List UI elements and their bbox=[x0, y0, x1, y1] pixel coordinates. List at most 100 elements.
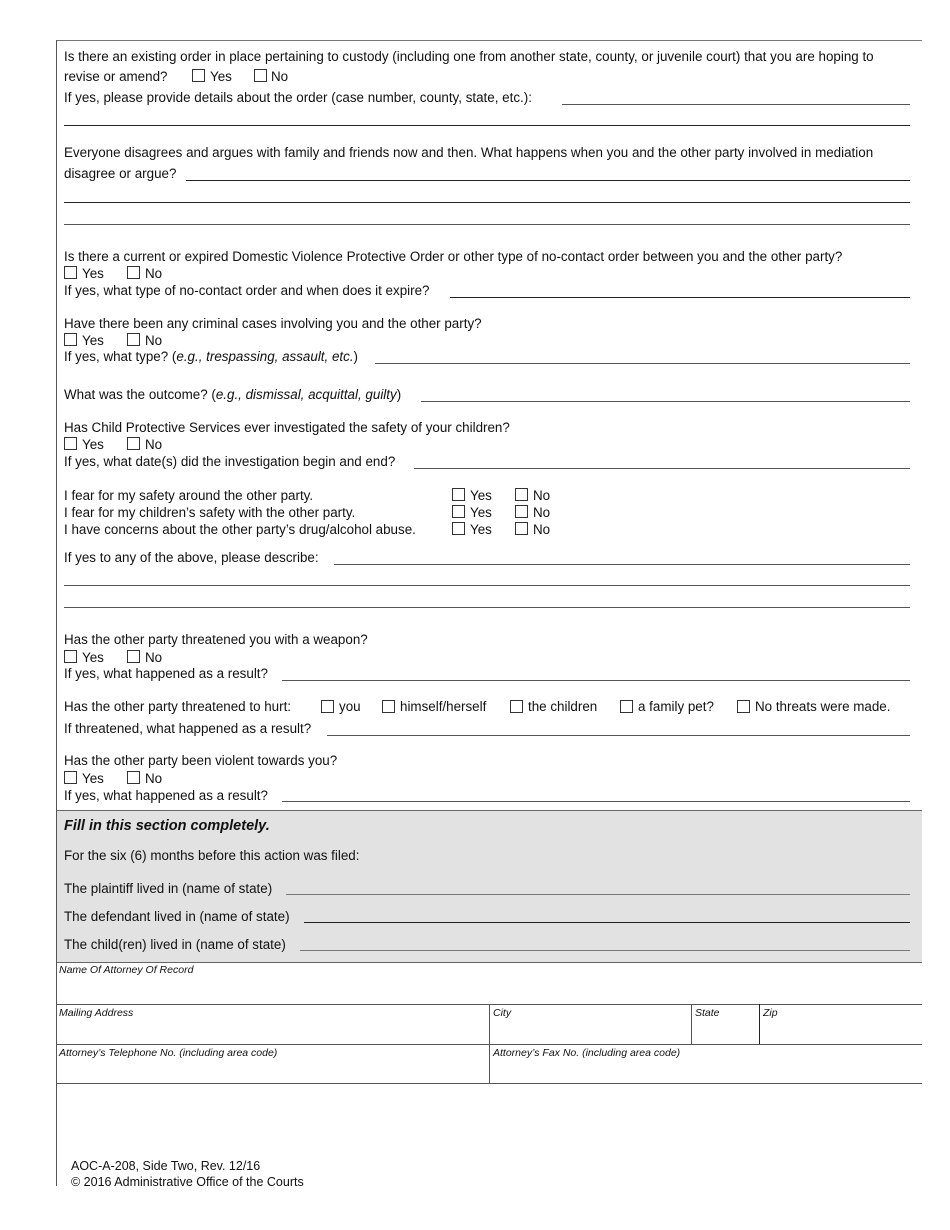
attorney-phone-label: Attorney’s Telephone No. (including area… bbox=[59, 1047, 278, 1059]
residence-section-top-border bbox=[57, 810, 922, 811]
fears-describe-field[interactable] bbox=[334, 564, 910, 565]
existing-order-yes-checkbox[interactable] bbox=[192, 69, 205, 82]
fear-statement: I have concerns about the other party’s … bbox=[64, 522, 416, 537]
existing-order-details-field[interactable] bbox=[562, 104, 910, 105]
violent-answer-field[interactable] bbox=[282, 801, 910, 802]
violent-yes-label: Yes bbox=[82, 771, 104, 786]
weapon-followup: If yes, what happened as a result? bbox=[64, 666, 268, 681]
fear-safety-no-checkbox[interactable] bbox=[515, 488, 528, 501]
mailing-address-label: Mailing Address bbox=[59, 1007, 134, 1019]
weapon-answer-field[interactable] bbox=[282, 680, 910, 681]
fear-statement: I fear for my safety around the other pa… bbox=[64, 488, 314, 503]
attorney-phone-field[interactable] bbox=[57, 1060, 489, 1082]
weapon-yes-checkbox[interactable] bbox=[64, 650, 77, 663]
criminal-no-checkbox[interactable] bbox=[127, 333, 140, 346]
criminal-outcome-label: What was the outcome? (e.g., dismissal, … bbox=[64, 387, 402, 402]
threat-children-label: the children bbox=[528, 699, 598, 714]
threat-children-checkbox[interactable] bbox=[510, 700, 523, 713]
fears-describe-label: If yes to any of the above, please descr… bbox=[64, 550, 319, 565]
cps-yes-label: Yes bbox=[82, 437, 104, 452]
fear-children-yes-checkbox[interactable] bbox=[452, 505, 465, 518]
page-top-border bbox=[56, 40, 922, 41]
existing-order-details-field-2[interactable] bbox=[64, 125, 910, 126]
threat-self-checkbox[interactable] bbox=[382, 700, 395, 713]
disagree-answer-field-3[interactable] bbox=[64, 224, 910, 225]
cps-answer-field[interactable] bbox=[414, 468, 910, 469]
defendant-state-label: The defendant lived in (name of state) bbox=[64, 909, 290, 924]
attorney-row-divider bbox=[57, 1044, 922, 1045]
protective-order-no-checkbox[interactable] bbox=[127, 266, 140, 279]
disagree-question-cont: disagree or argue? bbox=[64, 166, 177, 181]
cps-yes-checkbox[interactable] bbox=[64, 437, 77, 450]
threatened-answer-field[interactable] bbox=[327, 735, 910, 736]
fear-children-no-label: No bbox=[533, 505, 551, 520]
violent-yes-checkbox[interactable] bbox=[64, 771, 77, 784]
copyright: © 2016 Administrative Office of the Cour… bbox=[71, 1175, 304, 1189]
disagree-answer-field[interactable] bbox=[186, 180, 910, 181]
disagree-question: Everyone disagrees and argues with famil… bbox=[64, 145, 874, 160]
criminal-outcome-field[interactable] bbox=[421, 401, 910, 402]
violent-no-checkbox[interactable] bbox=[127, 771, 140, 784]
city-field[interactable] bbox=[490, 1020, 690, 1043]
violent-followup: If yes, what happened as a result? bbox=[64, 788, 268, 803]
fears-describe-field-3[interactable] bbox=[64, 607, 910, 608]
threat-you-checkbox[interactable] bbox=[321, 700, 334, 713]
attorney-fax-label: Attorney’s Fax No. (including area code) bbox=[493, 1047, 681, 1059]
violent-question: Has the other party been violent towards… bbox=[64, 753, 338, 768]
weapon-question: Has the other party threatened you with … bbox=[64, 632, 368, 647]
existing-order-no-checkbox[interactable] bbox=[254, 69, 267, 82]
page-left-border bbox=[56, 40, 57, 1186]
attorney-box-bottom-border bbox=[57, 1083, 922, 1084]
fear-safety-yes-label: Yes bbox=[470, 488, 492, 503]
fear-children-no-checkbox[interactable] bbox=[515, 505, 528, 518]
violent-no-label: No bbox=[145, 771, 163, 786]
cps-no-checkbox[interactable] bbox=[127, 437, 140, 450]
mailing-address-field[interactable] bbox=[57, 1020, 489, 1043]
weapon-no-label: No bbox=[145, 650, 163, 665]
fear-statement: I fear for my children’s safety with the… bbox=[64, 505, 356, 520]
weapon-yes-label: Yes bbox=[82, 650, 104, 665]
criminal-type-field[interactable] bbox=[375, 363, 910, 364]
attorney-fax-field[interactable] bbox=[490, 1060, 921, 1082]
defendant-state-field[interactable] bbox=[304, 922, 910, 923]
cps-followup: If yes, what date(s) did the investigati… bbox=[64, 454, 396, 469]
zip-label: Zip bbox=[763, 1007, 778, 1019]
criminal-type-label: If yes, what type? (e.g., trespassing, a… bbox=[64, 349, 359, 364]
threatened-question: Has the other party threatened to hurt: bbox=[64, 699, 292, 714]
attorney-name-field[interactable] bbox=[57, 977, 922, 1003]
state-field[interactable] bbox=[692, 1020, 758, 1043]
fear-children-yes-label: Yes bbox=[470, 505, 492, 520]
plaintiff-state-field[interactable] bbox=[286, 894, 910, 895]
state-label: State bbox=[695, 1007, 720, 1019]
city-label: City bbox=[493, 1007, 512, 1019]
existing-order-yes-label: Yes bbox=[210, 69, 232, 84]
substance-abuse-no-checkbox[interactable] bbox=[515, 522, 528, 535]
disagree-answer-field-2[interactable] bbox=[64, 202, 910, 203]
children-state-label: The child(ren) lived in (name of state) bbox=[64, 937, 286, 952]
attorney-name-label: Name Of Attorney Of Record bbox=[59, 964, 194, 976]
cps-no-label: No bbox=[145, 437, 163, 452]
fears-describe-field-2[interactable] bbox=[64, 585, 910, 586]
threatened-followup: If threatened, what happened as a result… bbox=[64, 721, 312, 736]
fear-safety-yes-checkbox[interactable] bbox=[452, 488, 465, 501]
substance-abuse-yes-checkbox[interactable] bbox=[452, 522, 465, 535]
protective-order-no-label: No bbox=[145, 266, 163, 281]
existing-order-question: Is there an existing order in place pert… bbox=[64, 49, 874, 64]
residence-section-intro: For the six (6) months before this actio… bbox=[64, 848, 360, 863]
form-id: AOC-A-208, Side Two, Rev. 12/16 bbox=[71, 1159, 261, 1173]
fear-safety-no-label: No bbox=[533, 488, 551, 503]
criminal-question: Have there been any criminal cases invol… bbox=[64, 316, 482, 331]
protective-order-yes-checkbox[interactable] bbox=[64, 266, 77, 279]
criminal-yes-checkbox[interactable] bbox=[64, 333, 77, 346]
existing-order-question-cont: revise or amend? bbox=[64, 69, 168, 84]
protective-order-answer-field[interactable] bbox=[450, 297, 910, 298]
children-state-field[interactable] bbox=[300, 950, 910, 951]
criminal-no-label: No bbox=[145, 333, 163, 348]
threat-pet-checkbox[interactable] bbox=[620, 700, 633, 713]
residence-section-heading: Fill in this section completely. bbox=[64, 818, 270, 834]
zip-field[interactable] bbox=[761, 1020, 921, 1043]
existing-order-details-label: If yes, please provide details about the… bbox=[64, 90, 532, 105]
weapon-no-checkbox[interactable] bbox=[127, 650, 140, 663]
no-threats-checkbox[interactable] bbox=[737, 700, 750, 713]
substance-abuse-yes-label: Yes bbox=[470, 522, 492, 537]
